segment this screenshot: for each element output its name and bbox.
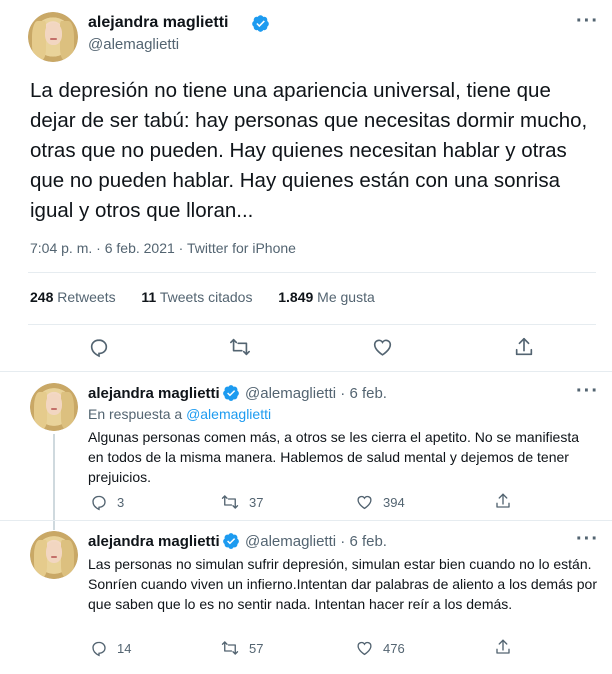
tweet-text: La depresión no tiene una apariencia uni… [30,79,588,222]
share-icon [496,639,510,654]
more-options-icon[interactable]: ··· [576,380,599,403]
reply-button[interactable]: 3 [90,493,124,511]
retweet-count: 37 [249,494,264,510]
like-button[interactable] [371,336,394,358]
like-button[interactable]: 476 [355,639,405,657]
author-name[interactable]: alejandra maglietti [88,14,229,32]
share-icon [515,337,533,356]
reply-button[interactable] [88,336,110,358]
retweet-icon [221,495,239,509]
reply-context: En respuesta a @alemaglietti [88,406,271,422]
tweet-date[interactable]: 6 feb. 2021 [105,240,175,256]
likes-stat[interactable]: 1.849 Me gusta [278,289,375,305]
retweet-button[interactable]: 37 [220,493,263,511]
meta-separator: · [178,240,187,256]
tweet-time[interactable]: 7:04 p. m. [30,240,92,256]
author-handle: @alemaglietti · 6 feb. [245,385,387,402]
tweet-source[interactable]: Twitter for iPhone [187,240,296,256]
more-options-icon[interactable]: ··· [576,10,599,33]
reply-icon [92,495,106,511]
handle-text[interactable]: @alemaglietti [245,533,336,550]
retweet-icon [221,641,239,655]
thread-line [53,434,55,530]
avatar[interactable] [30,383,78,431]
reply-prefix: En respuesta a [88,406,183,422]
verified-badge-icon [223,385,239,401]
like-count: 476 [383,640,405,656]
verified-badge-icon [223,533,239,549]
reply-icon [90,339,108,358]
retweet-count: 57 [249,640,264,656]
more-options-icon[interactable]: ··· [576,528,599,551]
avatar[interactable] [30,531,78,579]
reply-icon [92,641,106,657]
reply-to-link[interactable]: @alemaglietti [186,406,271,422]
retweet-icon [230,338,250,356]
divider [28,272,596,273]
author-handle[interactable]: @alemaglietti [88,36,179,53]
reply-count: 14 [117,640,132,656]
heart-icon [373,339,392,356]
divider [0,520,612,521]
handle-text[interactable]: @alemaglietti [245,385,336,402]
share-icon [496,493,510,508]
meta-separator: · [96,240,105,256]
reply-count: 3 [117,494,125,510]
tweet-date[interactable]: · 6 feb. [340,533,387,550]
retweet-button[interactable]: 57 [220,639,263,657]
tweet-text: Las personas no simulan sufrir depresión… [88,556,598,612]
tweet-stats: 248 Retweets 11 Tweets citados 1.849 Me … [30,289,375,305]
tweet-meta: 7:04 p. m. · 6 feb. 2021 · Twitter for i… [30,240,296,256]
share-button[interactable] [494,638,512,656]
heart-icon [357,495,372,510]
author-name[interactable]: alejandra maglietti [88,385,220,402]
retweets-stat[interactable]: 248 Retweets [30,289,116,305]
tweet-date[interactable]: · 6 feb. [340,385,387,402]
quotes-stat[interactable]: 11 Tweets citados [141,289,252,305]
heart-icon [357,641,372,656]
author-name[interactable]: alejandra maglietti [88,533,220,550]
reply-button[interactable]: 14 [90,639,131,657]
avatar[interactable] [28,12,78,62]
author-handle: @alemaglietti · 6 feb. [245,533,387,550]
share-button[interactable] [494,492,512,510]
like-button[interactable]: 394 [355,493,405,511]
divider [0,371,612,372]
share-button[interactable] [513,336,535,358]
verified-badge-icon [252,15,269,32]
like-count: 394 [383,494,405,510]
tweet-text: Algunas personas comen más, a otros se l… [88,429,580,485]
retweet-button[interactable] [228,336,252,358]
divider [28,324,596,325]
